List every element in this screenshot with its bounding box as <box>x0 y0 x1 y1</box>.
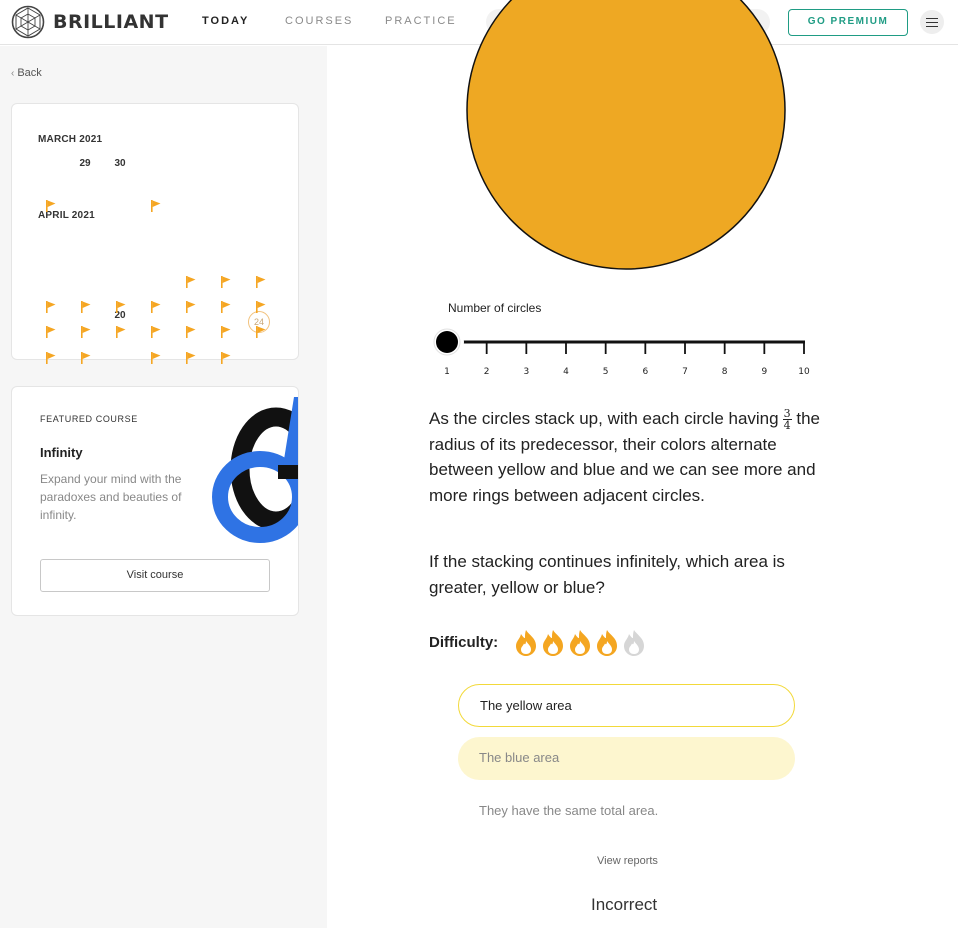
question-text: As the circles stack up, with each circl… <box>429 406 821 508</box>
featured-course-card: FEATURED COURSE Infinity Expand your min… <box>11 386 299 616</box>
streak-flag-icon <box>151 326 161 338</box>
menu-button[interactable] <box>920 10 944 34</box>
question-prompt: If the stacking continues infinitely, wh… <box>429 552 785 597</box>
chevron-left-icon: ‹ <box>11 68 15 79</box>
slider-label: Number of circles <box>448 301 542 315</box>
brilliant-logo[interactable]: BRILLIANT <box>11 5 169 39</box>
flame-filled-icon <box>543 630 563 656</box>
course-description: Expand your mind with the paradoxes and … <box>40 472 182 522</box>
brand-name: BRILLIANT <box>53 11 169 33</box>
streak-flag-icon <box>46 200 56 212</box>
streak-calendar: MARCH 2021 APRIL 2021 29 30 20 24 <box>11 103 299 364</box>
slider-handle[interactable] <box>436 331 458 353</box>
streak-flag-icon <box>221 276 231 288</box>
streak-flag-icon <box>46 301 56 313</box>
flame-filled-icon <box>570 630 590 656</box>
nav-practice[interactable]: PRACTICE <box>385 15 457 27</box>
calendar-day: 30 <box>114 158 126 169</box>
difficulty-rating <box>516 630 644 656</box>
streak-flag-icon <box>221 352 231 364</box>
nav-courses[interactable]: COURSES <box>285 15 353 27</box>
choice-same-area[interactable]: They have the same total area. <box>458 790 795 833</box>
flame-filled-icon <box>516 630 536 656</box>
streak-flag-icon <box>151 352 161 364</box>
stacked-circles-figure <box>466 0 786 270</box>
nav-today[interactable]: TODAY <box>202 15 249 27</box>
slider-tick-label: 3 <box>523 367 529 377</box>
streak-flag-icon <box>221 301 231 313</box>
streak-flag-icon <box>116 301 126 313</box>
slider-tick-label: 8 <box>722 367 728 377</box>
streak-flag-icon <box>186 301 196 313</box>
streak-flag-icon <box>81 352 91 364</box>
problem-panel: Number of circles 1 2 3 4 5 6 7 8 9 10 As the cir… <box>327 0 958 928</box>
flame-filled-icon <box>597 630 617 656</box>
brilliant-logo-icon <box>11 5 45 39</box>
streak-flag-icon <box>151 301 161 313</box>
flame-empty-icon <box>624 630 644 656</box>
streak-flag-icon <box>221 326 231 338</box>
infinity-course-art <box>212 397 298 543</box>
yellow-circle <box>466 0 786 270</box>
sidebar: ‹ Back MARCH 2021 APRIL 2021 29 30 20 24 … <box>0 46 327 928</box>
choice-blue-area[interactable]: The blue area <box>458 737 795 780</box>
result-status: Incorrect <box>591 895 658 914</box>
streak-flag-icon <box>46 352 56 364</box>
streak-flag-icon <box>256 326 266 338</box>
choice-yellow-area[interactable]: The yellow area <box>458 684 795 727</box>
calendar-day: 29 <box>79 158 91 169</box>
streak-flag-icon <box>186 352 196 364</box>
streak-flag-icon <box>256 301 266 313</box>
difficulty-label: Difficulty: <box>429 634 499 651</box>
back-label: Back <box>17 67 42 79</box>
slider-tick-label: 9 <box>761 367 767 377</box>
fraction-three-quarters: 34 <box>782 408 792 433</box>
back-link[interactable]: ‹ Back <box>11 67 42 79</box>
view-reports-link[interactable]: View reports <box>597 855 658 867</box>
go-premium-button[interactable]: GO PREMIUM <box>788 9 908 36</box>
slider-tick-label: 4 <box>563 367 569 377</box>
question-part-1: As the circles stack up, with each circl… <box>429 409 779 428</box>
streak-flag-icon <box>186 326 196 338</box>
streak-flag-icon <box>81 301 91 313</box>
streak-flag-icon <box>256 276 266 288</box>
slider-tick-label: 5 <box>603 367 609 377</box>
number-of-circles-slider[interactable]: 1 2 3 4 5 6 7 8 9 10 <box>427 322 817 382</box>
slider-tick-label: 1 <box>444 367 450 377</box>
slider-tick-label: 2 <box>484 367 490 377</box>
streak-flag-icon <box>151 200 161 212</box>
month-label: MARCH 2021 <box>38 134 103 145</box>
slider-tick-label: 7 <box>682 367 688 377</box>
slider-tick-label: 6 <box>642 367 648 377</box>
streak-flag-icon <box>81 326 91 338</box>
fraction-denominator: 4 <box>783 419 791 433</box>
featured-label: FEATURED COURSE <box>40 414 138 424</box>
course-title: Infinity <box>40 445 83 460</box>
streak-flag-icon <box>186 276 196 288</box>
hamburger-icon <box>926 17 938 20</box>
streak-flag-icon <box>116 326 126 338</box>
visit-course-button[interactable]: Visit course <box>40 559 270 592</box>
streak-flag-icon <box>46 326 56 338</box>
slider-tick-label: 10 <box>798 367 810 377</box>
